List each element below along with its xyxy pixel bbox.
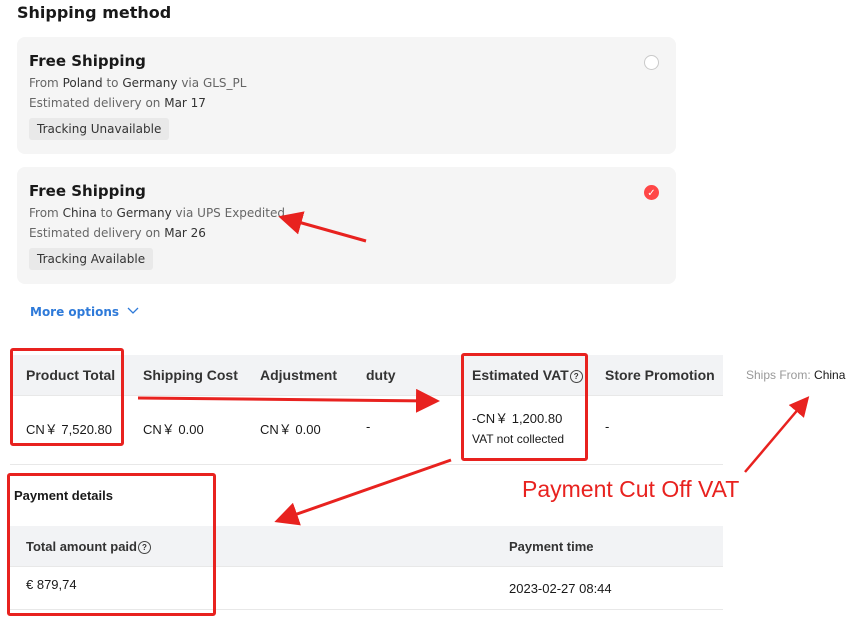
- annotation-arrows: [137, 211, 810, 526]
- arrow-to-vat: [137, 388, 440, 413]
- arrow-to-payment: [274, 458, 452, 526]
- arrow-to-ups: [278, 211, 367, 243]
- arrow-to-ships-from: [744, 396, 810, 473]
